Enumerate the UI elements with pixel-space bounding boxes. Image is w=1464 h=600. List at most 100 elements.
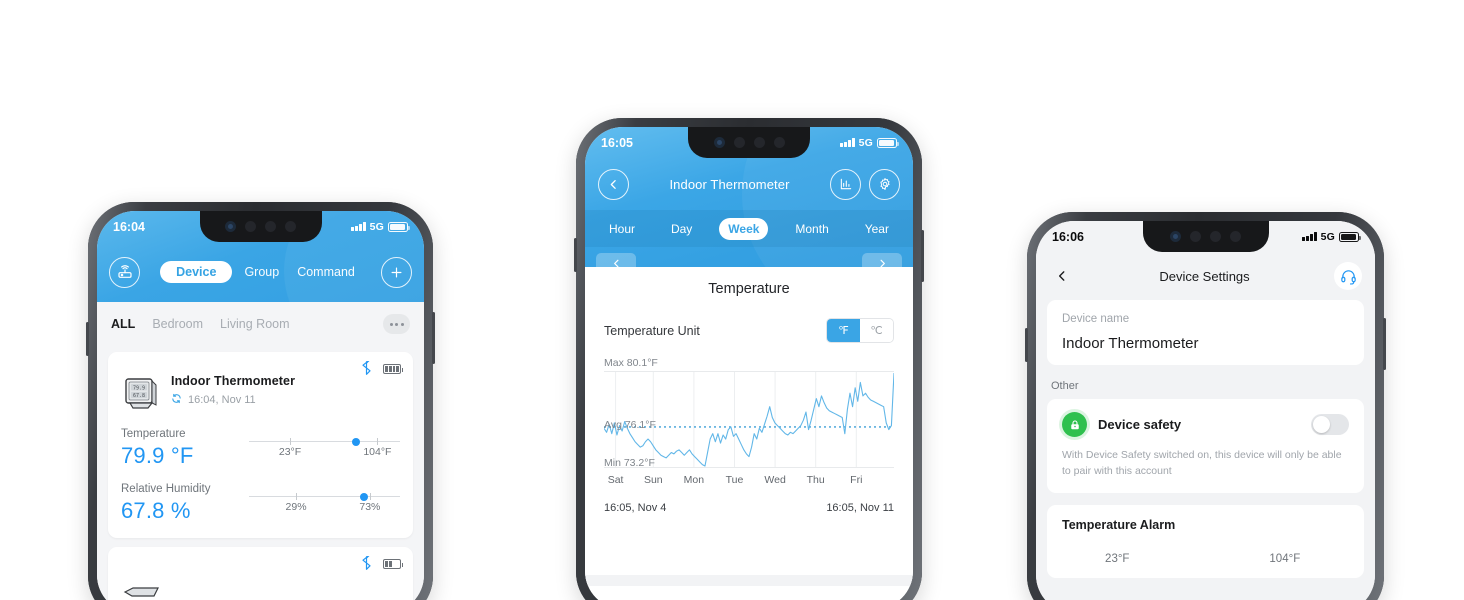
range-tick-min: [296, 493, 298, 500]
range-min-label: 23°F: [278, 446, 302, 458]
metric-value: 79.9 °F: [121, 443, 194, 468]
chart-avg-label: Avg 76.1°F: [604, 419, 656, 431]
metric-humidity-text: Relative Humidity 67.8 %: [121, 483, 249, 524]
chart-min-label: Min 73.2°F: [604, 457, 655, 469]
temperature-unit-label: Temperature Unit: [604, 323, 700, 338]
status-indicators: 5G: [840, 136, 899, 149]
more-dots-icon[interactable]: [383, 314, 410, 334]
tab-hour[interactable]: Hour: [600, 218, 644, 240]
unit-option-celsius[interactable]: ℃: [860, 319, 893, 342]
phone-1-tab-group: Device Group Command: [140, 260, 381, 284]
phone-2-screen: 16:05 5G Indoor Thermometer Hour Day Wee…: [585, 127, 913, 600]
date-range-start: 16:05, Nov 4: [604, 502, 667, 514]
temperature-alarm-card[interactable]: Temperature Alarm 23°F 104°F: [1047, 504, 1364, 578]
chart-title: Temperature: [708, 281, 790, 297]
alarm-max-label: 104°F: [1269, 552, 1301, 565]
bluetooth-icon: [362, 554, 371, 572]
sensor-icon: [285, 221, 296, 232]
x-label-sat: Sat: [607, 474, 624, 486]
section-divider: [585, 575, 913, 586]
phone-2-title-row: Indoor Thermometer: [585, 158, 913, 210]
plus-icon[interactable]: [381, 256, 412, 288]
device-name-card[interactable]: Device name Indoor Thermometer: [1047, 300, 1364, 365]
status-indicators: 5G: [1302, 231, 1361, 243]
x-label-mon: Mon: [683, 474, 705, 486]
status-time: 16:04: [113, 219, 145, 234]
phone-2-notch: [688, 127, 810, 158]
svg-text:79.9: 79.9: [133, 385, 145, 391]
temperature-alarm-title: Temperature Alarm: [1062, 517, 1176, 532]
battery-icon: [388, 221, 410, 232]
device-card-second[interactable]: [108, 547, 413, 600]
section-label-other: Other: [1051, 380, 1079, 392]
tab-device[interactable]: Device: [160, 260, 233, 284]
tab-month[interactable]: Month: [786, 218, 837, 240]
device-safety-description: With Device Safety switched on, this dev…: [1062, 449, 1342, 477]
bluetooth-icon: [362, 359, 371, 377]
metric-label: Temperature: [121, 428, 186, 440]
tab-year[interactable]: Year: [856, 218, 898, 240]
bar-chart-icon[interactable]: [830, 168, 861, 200]
network-label: 5G: [369, 220, 384, 233]
device-safety-row: Device safety: [1062, 412, 1349, 437]
metric-label: Relative Humidity: [121, 483, 211, 495]
device-card-indoor-thermometer[interactable]: 79.9 67.8 Indoor Thermometer 16:04, Nov …: [108, 352, 413, 538]
tab-command[interactable]: Command: [291, 260, 361, 284]
filter-all[interactable]: ALL: [111, 317, 135, 331]
phone-3-device-settings: 16:06 5G Device Settings Device name Ind…: [1025, 212, 1386, 600]
status-indicators: 5G: [351, 220, 410, 233]
device-last-update: 16:04, Nov 11: [171, 393, 295, 407]
range-knob: [359, 492, 368, 501]
device-card-identity: [121, 558, 400, 600]
phone-1-device-list: 16:04 5G Device Group Command ALL Bedroo…: [86, 202, 435, 600]
battery-icon: [1339, 231, 1361, 242]
phone-1-notch: [199, 211, 322, 242]
sensor-icon: [753, 137, 765, 148]
sensor-icon: [773, 137, 785, 148]
chart-date-range: 16:05, Nov 4 16:05, Nov 11: [604, 502, 894, 514]
phone-1-room-filter-bar: ALL Bedroom Living Room: [97, 302, 424, 346]
temperature-unit-row: Temperature Unit ℉ ℃: [604, 318, 894, 343]
device-name-value: Indoor Thermometer: [1062, 335, 1199, 352]
screenshot-stage: 16:04 5G Device Group Command ALL Bedroo…: [0, 0, 1464, 600]
device-safety-label: Device safety: [1098, 417, 1182, 432]
temperature-unit-toggle[interactable]: ℉ ℃: [826, 318, 894, 343]
sensor-icon: [733, 137, 745, 148]
device-timestamp: 16:04, Nov 11: [188, 394, 256, 406]
network-label: 5G: [858, 136, 873, 149]
temperature-alarm-values: 23°F 104°F: [1062, 553, 1349, 565]
phone-3-screen: 16:06 5G Device Settings Device name Ind…: [1036, 221, 1375, 600]
status-time: 16:06: [1052, 229, 1084, 244]
range-tick-max: [369, 493, 371, 500]
sensor-icon: [1210, 231, 1221, 242]
unit-option-fahrenheit[interactable]: ℉: [827, 319, 860, 342]
phone-1-screen: 16:04 5G Device Group Command ALL Bedroo…: [97, 211, 424, 600]
svg-text:67.8: 67.8: [133, 393, 145, 399]
range-min-label: 29%: [285, 501, 307, 513]
phone-3-notch: [1142, 221, 1269, 252]
metric-humidity-slider: 29% 73%: [249, 483, 400, 515]
tab-week[interactable]: Week: [719, 217, 769, 240]
phone-3-header: Device Settings: [1036, 252, 1375, 300]
gear-icon[interactable]: [869, 168, 900, 200]
device-safety-toggle[interactable]: [1311, 414, 1349, 435]
back-button[interactable]: [1049, 263, 1075, 289]
back-button[interactable]: [598, 168, 629, 200]
battery-low-icon: [383, 559, 403, 569]
front-camera-icon: [225, 221, 236, 232]
gateway-icon[interactable]: [109, 256, 140, 288]
filter-living-room[interactable]: Living Room: [220, 317, 289, 331]
signal-bars-icon: [351, 222, 366, 231]
range-track: [249, 492, 400, 501]
lock-icon: [1062, 412, 1087, 437]
headset-icon[interactable]: [1334, 262, 1362, 290]
tab-day[interactable]: Day: [662, 218, 701, 240]
tab-group[interactable]: Group: [238, 260, 285, 284]
metric-temperature: Temperature 79.9 °F 23°F 104°F: [121, 428, 400, 469]
metric-humidity: Relative Humidity 67.8 % 29% 73%: [121, 483, 400, 524]
sensor-icon: [1230, 231, 1241, 242]
filter-bedroom[interactable]: Bedroom: [152, 317, 203, 331]
status-time: 16:05: [601, 135, 633, 150]
phone-1-volume-button: [86, 322, 89, 356]
device-card-identity: 79.9 67.8 Indoor Thermometer 16:04, Nov …: [121, 363, 400, 414]
